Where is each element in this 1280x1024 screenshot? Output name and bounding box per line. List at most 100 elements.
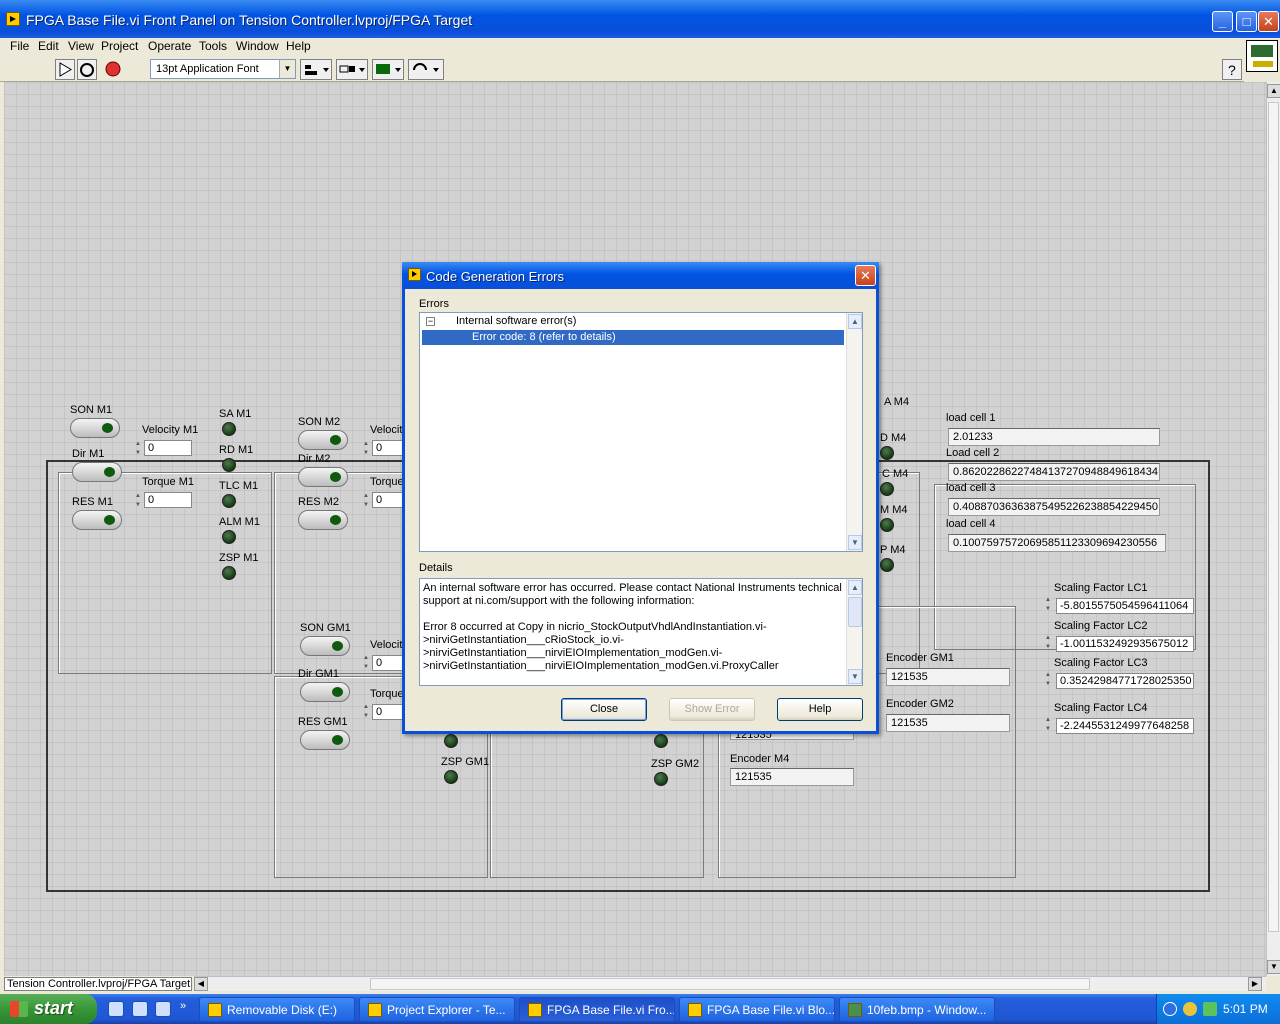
resize-objects-button[interactable] xyxy=(372,59,404,80)
horizontal-scroll-thumb[interactable] xyxy=(370,978,1090,990)
scroll-up-icon[interactable]: ▲ xyxy=(848,314,862,329)
dir-m2-label: Dir M2 xyxy=(298,453,331,465)
errors-scrollbar[interactable]: ▲ ▼ xyxy=(846,313,862,551)
scaling-lc2-increment[interactable]: ▲ ▼ xyxy=(1044,634,1052,654)
quicklaunch-desktop-icon[interactable] xyxy=(132,1001,148,1017)
taskbar-item-fpga-block-diagram[interactable]: FPGA Base File.vi Blo... xyxy=(679,997,835,1022)
torque-gm1-increment[interactable]: ▲ ▼ xyxy=(362,703,370,723)
details-scroll-thumb[interactable] xyxy=(848,597,862,627)
dir-m1-switch[interactable] xyxy=(72,462,122,482)
vertical-scrollbar[interactable]: ▲ ▼ xyxy=(1266,82,1280,976)
windows-flag-icon xyxy=(10,1001,28,1017)
minimize-button[interactable]: _ xyxy=(1212,11,1233,32)
errors-tree[interactable]: − Internal software error(s) Error code:… xyxy=(419,312,863,552)
window-close-button[interactable]: ✕ xyxy=(1258,11,1279,32)
scroll-left-icon[interactable]: ◀ xyxy=(194,977,208,991)
show-error-button[interactable]: Show Error xyxy=(669,698,755,721)
menu-help[interactable]: Help xyxy=(286,39,311,53)
details-textbox[interactable]: An internal software error has occurred.… xyxy=(419,578,863,686)
m4-led-label-2: D M4 xyxy=(880,432,907,444)
velocity-m1-input[interactable]: 0 xyxy=(144,440,192,456)
dir-gm1-switch[interactable] xyxy=(300,682,350,702)
taskbar-item-paint[interactable]: 10feb.bmp - Window... xyxy=(839,997,995,1022)
collapse-icon[interactable]: − xyxy=(426,317,435,326)
help-button[interactable]: Help xyxy=(777,698,863,721)
scaling-lc4-increment[interactable]: ▲ ▼ xyxy=(1044,716,1052,736)
son-m1-switch[interactable] xyxy=(70,418,120,438)
scroll-up-icon[interactable]: ▲ xyxy=(1267,84,1280,98)
tree-item-internal-error[interactable]: Internal software error(s) xyxy=(456,314,576,329)
torque-m2-label: Torque xyxy=(370,476,404,488)
load-cell-3-label: load cell 3 xyxy=(946,482,996,494)
torque-m1-increment[interactable]: ▲ ▼ xyxy=(134,492,142,512)
details-scrollbar[interactable]: ▲ ▼ xyxy=(846,579,862,685)
network-icon[interactable] xyxy=(1203,1002,1217,1016)
window-title-bar[interactable]: FPGA Base File.vi Front Panel on Tension… xyxy=(0,0,1280,38)
window-title: FPGA Base File.vi Front Panel on Tension… xyxy=(26,12,473,28)
font-select[interactable]: 13pt Application Font ▼ xyxy=(150,59,296,79)
labview-app-icon xyxy=(408,268,421,281)
dialog-close-button[interactable]: ✕ xyxy=(855,265,876,286)
bluetooth-icon[interactable] xyxy=(1163,1002,1177,1016)
encoder-m4-label: Encoder M4 xyxy=(730,753,790,765)
quicklaunch-expand-icon[interactable]: » xyxy=(180,1000,186,1012)
res-m1-switch[interactable] xyxy=(72,510,122,530)
scroll-down-icon[interactable]: ▼ xyxy=(1267,960,1280,974)
scaling-lc2-input[interactable]: -1.0011532492935675012 xyxy=(1056,636,1194,652)
abort-button[interactable] xyxy=(102,59,124,80)
gm1-led xyxy=(444,734,458,748)
vi-icon[interactable] xyxy=(1246,40,1278,72)
horizontal-scrollbar[interactable]: ◀ ▶ xyxy=(194,976,1266,991)
menu-tools[interactable]: Tools xyxy=(199,39,227,53)
dialog-title-bar[interactable]: Code Generation Errors ✕ xyxy=(402,262,879,289)
velocity-m2-increment[interactable]: ▲ ▼ xyxy=(362,440,370,460)
reorder-button[interactable] xyxy=(408,59,444,80)
maximize-button[interactable]: □ xyxy=(1236,11,1257,32)
close-button[interactable]: Close xyxy=(561,698,647,721)
menu-operate[interactable]: Operate xyxy=(148,39,191,53)
start-button[interactable]: start xyxy=(0,994,97,1024)
zsp-gm1-led xyxy=(444,770,458,784)
velocity-gm1-increment[interactable]: ▲ ▼ xyxy=(362,654,370,674)
quicklaunch-media-icon[interactable] xyxy=(155,1001,171,1017)
res-m2-switch[interactable] xyxy=(298,510,348,530)
tree-item-error-code[interactable]: Error code: 8 (refer to details) xyxy=(422,330,844,345)
run-continuously-button[interactable] xyxy=(77,59,97,80)
scroll-up-icon[interactable]: ▲ xyxy=(848,580,862,595)
menu-edit[interactable]: Edit xyxy=(38,39,59,53)
taskbar-item-project-explorer[interactable]: Project Explorer - Te... xyxy=(359,997,515,1022)
context-help-button[interactable]: ? xyxy=(1222,59,1242,80)
scroll-down-icon[interactable]: ▼ xyxy=(848,535,862,550)
quicklaunch-ie-icon[interactable] xyxy=(108,1001,124,1017)
scaling-lc3-input[interactable]: 0.35242984771728025350 xyxy=(1056,673,1194,689)
scaling-lc4-input[interactable]: -2.2445531249977648258 xyxy=(1056,718,1194,734)
son-m2-switch[interactable] xyxy=(298,430,348,450)
load-cell-2-indicator: 0.86202286227484137270948849618434 xyxy=(948,463,1160,481)
folder-icon xyxy=(208,1003,222,1017)
zsp-gm1-label: ZSP GM1 xyxy=(441,756,490,768)
taskbar-item-fpga-front-panel[interactable]: FPGA Base File.vi Fro... xyxy=(519,997,675,1022)
encoder-gm1-label: Encoder GM1 xyxy=(886,652,954,664)
align-objects-button[interactable] xyxy=(300,59,332,80)
scaling-lc1-input[interactable]: -5.8015575054596411064 xyxy=(1056,598,1194,614)
velocity-m1-increment[interactable]: ▲ ▼ xyxy=(134,440,142,460)
security-shield-icon[interactable] xyxy=(1183,1002,1197,1016)
torque-m1-input[interactable]: 0 xyxy=(144,492,192,508)
scaling-lc3-increment[interactable]: ▲ ▼ xyxy=(1044,671,1052,691)
menu-file[interactable]: File xyxy=(10,39,29,53)
menu-project[interactable]: Project xyxy=(101,39,138,53)
run-button[interactable] xyxy=(55,59,75,80)
menu-window[interactable]: Window xyxy=(236,39,279,53)
scroll-right-icon[interactable]: ▶ xyxy=(1248,977,1262,991)
scroll-down-icon[interactable]: ▼ xyxy=(848,669,862,684)
torque-m2-increment[interactable]: ▲ ▼ xyxy=(362,492,370,512)
taskbar-item-removable-disk[interactable]: Removable Disk (E:) xyxy=(199,997,355,1022)
distribute-objects-button[interactable] xyxy=(336,59,368,80)
menu-view[interactable]: View xyxy=(68,39,94,53)
res-gm1-switch[interactable] xyxy=(300,730,350,750)
vertical-scroll-thumb[interactable] xyxy=(1268,102,1279,932)
dir-m2-switch[interactable] xyxy=(298,467,348,487)
zsp-m1-led xyxy=(222,566,236,580)
son-gm1-switch[interactable] xyxy=(300,636,350,656)
scaling-lc1-increment[interactable]: ▲ ▼ xyxy=(1044,596,1052,616)
